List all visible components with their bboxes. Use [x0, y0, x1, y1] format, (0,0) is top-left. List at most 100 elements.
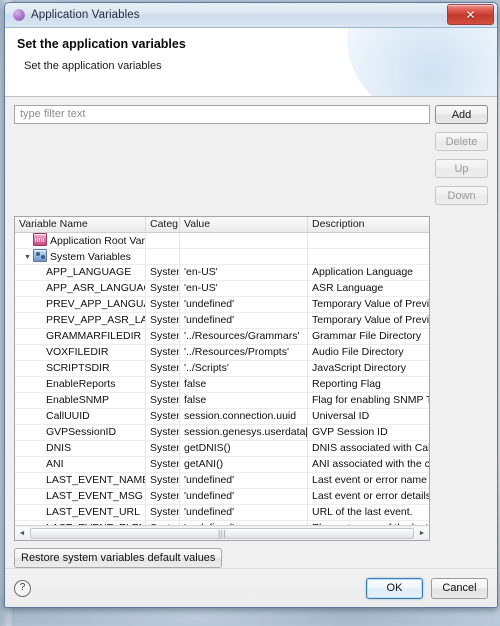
table-row[interactable]: SCRIPTSDIR System'../Scripts' JavaScript D…: [15, 361, 429, 377]
close-icon[interactable]: ✕: [447, 4, 494, 25]
variable-name-label: Application Root Variab: [50, 235, 145, 247]
cell-category: System: [146, 489, 180, 504]
dialog-footer: ? OK Cancel: [5, 568, 497, 607]
cell-category: System: [146, 505, 180, 520]
table-and-buttons-row: Variable Name Categ... Value Description…: [14, 216, 488, 541]
column-header-variable-name[interactable]: Variable Name: [15, 217, 146, 232]
column-header-category[interactable]: Categ...: [146, 217, 180, 232]
cancel-button[interactable]: Cancel: [431, 577, 488, 599]
cell-category: System: [146, 265, 180, 280]
add-button[interactable]: Add: [435, 105, 488, 124]
help-icon[interactable]: ?: [14, 579, 31, 597]
variable-name-label: ANI: [46, 458, 64, 470]
table-row[interactable]: LAST_EVENT_NAMESystem'undefined' Last eve…: [15, 473, 429, 489]
table-row[interactable]: GVPSessionID Systemsession.genesys.userda…: [15, 425, 429, 441]
up-button-label: Up: [454, 162, 469, 175]
cell-variable-name: LAST_EVENT_MSG: [15, 489, 146, 504]
purple-sphere-icon: [13, 9, 25, 21]
scroll-right-arrow-icon[interactable]: ►: [415, 526, 429, 540]
cell-value: getDNIS(): [180, 441, 308, 456]
scrollbar-track[interactable]: |||: [29, 526, 415, 540]
cell-value: false: [180, 377, 308, 392]
variable-name-label: LAST_EVENT_NAME: [46, 474, 146, 486]
variable-name-label: LAST_EVENT_MSG: [46, 490, 143, 502]
table-row[interactable]: ANI SystemgetANI() ANI associated with the…: [15, 457, 429, 473]
restore-defaults-button[interactable]: Restore system variables default values: [14, 548, 223, 568]
banner-title: Set the application variables: [17, 37, 186, 51]
variable-name-label: SCRIPTSDIR: [46, 362, 110, 374]
filter-input[interactable]: [14, 105, 430, 124]
cell-value: 'en-US': [180, 265, 308, 280]
expand-collapse-triangle-icon[interactable]: ▼: [24, 250, 33, 264]
cell-category: System: [146, 345, 180, 360]
cell-variable-name: GVPSessionID: [15, 425, 146, 440]
table-row[interactable]: LAST_EVENT_URL System'undefined' URL of th…: [15, 505, 429, 521]
cell-value: [180, 249, 308, 264]
cell-variable-name: GRAMMARFILEDIR: [15, 329, 146, 344]
scroll-left-arrow-icon[interactable]: ◄: [15, 526, 29, 540]
horizontal-scrollbar[interactable]: ◄ ||| ►: [15, 525, 429, 540]
table-row[interactable]: Application Root Variab: [15, 233, 429, 249]
cell-description: Last event or error name: [312, 474, 427, 486]
variable-name-label: CallUUID: [46, 410, 90, 422]
variable-name-label: PREV_APP_ASR_LANGUAGE: [46, 314, 146, 326]
cell-category: System: [146, 409, 180, 424]
cell-description: Application Language: [312, 266, 414, 278]
column-header-value[interactable]: Value: [180, 217, 308, 232]
down-button-label: Down: [447, 189, 476, 202]
cell-description: Element name of the last event: [308, 521, 429, 525]
up-button: Up: [435, 159, 488, 178]
cell-category: [146, 249, 180, 264]
cell-description: [308, 249, 429, 264]
cell-description: [308, 233, 429, 248]
table-row[interactable]: PREV_APP_LANGUAGESystem'undefined' Tempor…: [15, 297, 429, 313]
table-row[interactable]: CallUUID Systemsession.connection.uuid Uni…: [15, 409, 429, 425]
cell-category: System: [146, 361, 180, 376]
variables-table: Variable Name Categ... Value Description…: [14, 216, 430, 541]
delete-button: Delete: [435, 132, 488, 151]
table-row[interactable]: DNIS SystemgetDNIS() DNIS associated with …: [15, 441, 429, 457]
cell-description: ASR Language: [312, 282, 384, 294]
cell-category: System: [146, 425, 180, 440]
table-row[interactable]: APP_LANGUAGE System'en-US' Application Lan…: [15, 265, 429, 281]
variable-name-label: APP_LANGUAGE: [46, 266, 132, 278]
cell-description: Universal ID: [312, 410, 370, 422]
column-header-description[interactable]: Description: [308, 217, 429, 232]
restore-row: Restore system variables default values: [14, 541, 488, 568]
variable-name-label: PREV_APP_LANGUAGE: [46, 298, 145, 310]
cell-category: System: [146, 297, 180, 312]
side-button-column: Add Delete Up Down: [435, 105, 488, 213]
cell-description: ANI associated with the callin...: [312, 458, 429, 470]
variable-name-label: APP_ASR_LANGUAGE: [46, 282, 145, 294]
dialog-titlebar: Application Variables ✕: [5, 3, 497, 28]
table-row[interactable]: APP_ASR_LANGUAGESystem'en-US' ASR Languag…: [15, 281, 429, 297]
cell-category: System: [146, 441, 180, 456]
cell-variable-name: EnableSNMP: [15, 393, 146, 408]
table-row[interactable]: PREV_APP_ASR_LANGUAGESystem'undefined' Te…: [15, 313, 429, 329]
variable-name-label: GVPSessionID: [46, 426, 117, 438]
table-body[interactable]: Application Root Variab ▼ System Variables…: [15, 233, 429, 525]
cell-description: Last event or error details: [312, 490, 429, 502]
cell-value: '../Resources/Prompts': [180, 345, 308, 360]
ok-button[interactable]: OK: [366, 577, 423, 599]
table-row[interactable]: EnableSNMP Systemfalse Flag for enabling S…: [15, 393, 429, 409]
table-row[interactable]: LAST_EVENT_ELEMENTSystem'undefined'Eleme…: [15, 521, 429, 525]
delete-button-label: Delete: [445, 135, 478, 148]
table-row[interactable]: EnableReports Systemfalse Reporting Flag: [15, 377, 429, 393]
down-button: Down: [435, 186, 488, 205]
cell-description: GVP Session ID: [312, 426, 388, 438]
table-row[interactable]: LAST_EVENT_MSGSystem'undefined' Last even…: [15, 489, 429, 505]
cell-variable-name: LAST_EVENT_ELEMENT: [15, 521, 146, 525]
scrollbar-thumb[interactable]: |||: [30, 527, 414, 539]
table-row[interactable]: ▼ System Variables: [15, 249, 429, 265]
cell-category: System: [146, 377, 180, 392]
dialog-banner: Set the application variables Set the ap…: [5, 28, 497, 97]
cell-variable-name: SCRIPTSDIR: [15, 361, 146, 376]
cell-description: JavaScript Directory: [312, 362, 406, 374]
table-row[interactable]: VOXFILEDIR System'../Resources/Prompts' Au…: [15, 345, 429, 361]
cell-variable-name: LAST_EVENT_URL: [15, 505, 146, 520]
cell-category: System: [146, 457, 180, 472]
variable-name-label: EnableSNMP: [46, 394, 110, 406]
table-row[interactable]: GRAMMARFILEDIR System'../Resources/Gramma…: [15, 329, 429, 345]
